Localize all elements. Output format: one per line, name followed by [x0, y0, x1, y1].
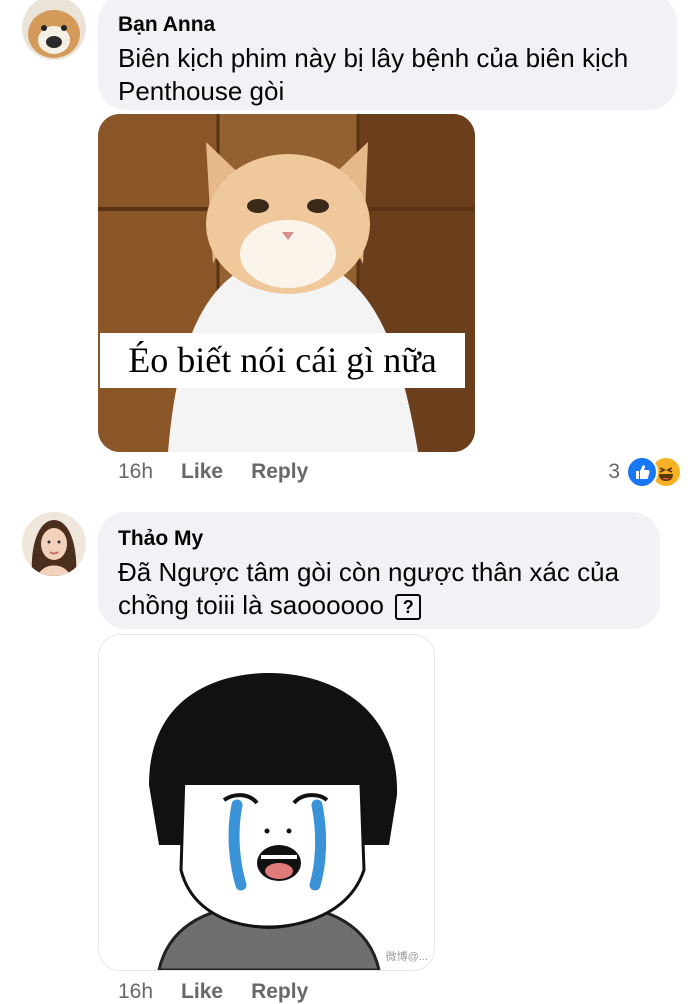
comment-text: Đã Ngược tâm gòi còn ngược thân xác của	[118, 557, 620, 587]
reaction-count: 3	[608, 460, 620, 483]
avatar[interactable]	[22, 512, 86, 576]
comment-image[interactable]: Éo biết nói cái gì nữa	[98, 114, 475, 452]
cat-meme-image	[98, 114, 475, 452]
comment-time[interactable]: 16h	[118, 460, 153, 484]
comment-actions: 16h Like Reply	[118, 460, 308, 484]
reaction-summary[interactable]: 3	[608, 456, 682, 488]
comment-time[interactable]: 16h	[118, 980, 153, 1004]
reply-button[interactable]: Reply	[251, 460, 308, 484]
question-emoji: ?	[395, 594, 422, 621]
comment-text: Biên kịch phim này bị lây bệnh của biên …	[118, 43, 629, 73]
like-icon	[626, 456, 658, 488]
comment-bubble: Bạn Anna Biên kịch phim này bị lây bệnh …	[98, 0, 677, 110]
like-button[interactable]: Like	[181, 980, 223, 1004]
comment-text: chồng toiii là saoooooo	[118, 590, 384, 620]
comment-image[interactable]: 微博@...	[98, 634, 435, 971]
like-button[interactable]: Like	[181, 460, 223, 484]
crying-meme-image	[99, 635, 434, 970]
comment-text: Penthouse gòi	[118, 76, 285, 106]
comment-author[interactable]: Bạn Anna	[118, 12, 657, 38]
image-caption: Éo biết nói cái gì nữa	[100, 333, 465, 388]
comment-text-line: chồng toiii là saoooooo ?	[118, 589, 640, 622]
reply-button[interactable]: Reply	[251, 980, 308, 1004]
comment-author[interactable]: Thảo My	[118, 526, 640, 552]
image-watermark: 微博@...	[385, 951, 428, 963]
avatar[interactable]	[22, 0, 86, 60]
comment-actions: 16h Like Reply	[118, 980, 308, 1004]
comment-bubble: Thảo My Đã Ngược tâm gòi còn ngược thân …	[98, 512, 660, 629]
